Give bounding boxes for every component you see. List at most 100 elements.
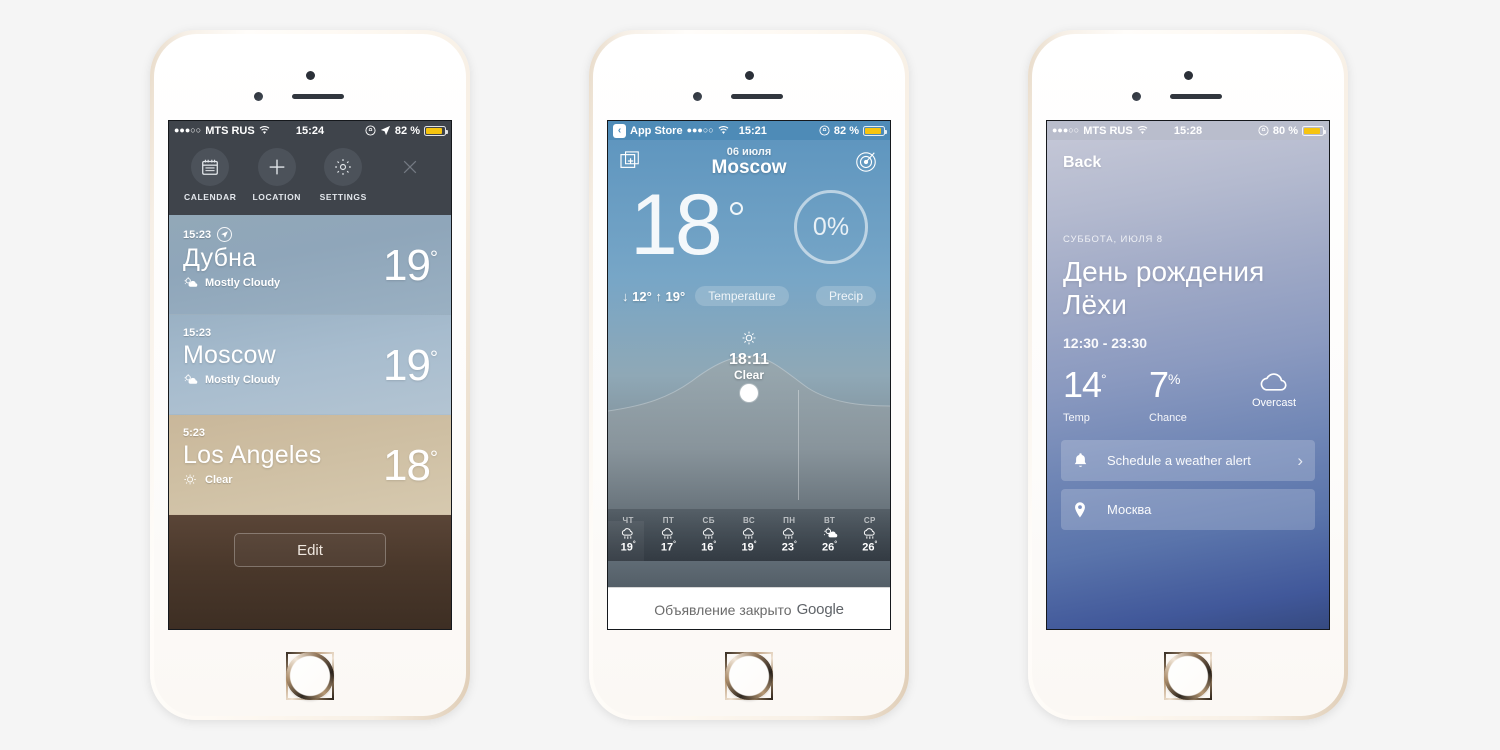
degree-symbol: ° (713, 541, 717, 549)
forecast-temp-value: 19 (620, 541, 633, 554)
phone-device-2: ‹ App Store ●●●○○ 15:21 82 % 06 июля Mos… (589, 30, 909, 720)
back-chevron-icon[interactable]: ‹ (613, 123, 626, 138)
city-time-label: 15:23 (183, 327, 212, 339)
rain-icon (742, 528, 754, 540)
phone-device-1: ●●●○○ MTS RUS 15:24 82 % CALENDAR LOCATI… (150, 30, 470, 720)
forecast-day-name: ПН (783, 516, 796, 526)
phone-device-3: ●●●○○ MTS RUS 15:28 80 % Back СУББОТА, И… (1028, 30, 1348, 720)
current-time: 18:11 (728, 351, 770, 368)
front-camera-icon (1184, 71, 1193, 80)
status-bar-2: ‹ App Store ●●●○○ 15:21 82 % (608, 121, 890, 140)
toolbar-item-close[interactable] (379, 148, 442, 186)
degree-symbol (730, 202, 743, 215)
city-time: 15:23 (183, 227, 437, 242)
phone-1-footer: Edit (169, 515, 451, 629)
gear-icon (324, 148, 363, 186)
rain-icon (702, 528, 714, 540)
forecast-day[interactable]: ПН 23° (769, 509, 809, 561)
lock-rotation-icon (365, 125, 376, 136)
cloud-icon (1260, 373, 1287, 391)
city-row-los-angeles[interactable]: 5:23 Los Angeles Clear 18° (169, 415, 451, 515)
city-temp-value: 18 (383, 441, 431, 490)
forecast-day[interactable]: ВТ 26° (809, 509, 849, 561)
signal-dots-icon: ●●●○○ (174, 125, 202, 135)
city-temp-value: 19 (383, 241, 431, 290)
bell-icon (1073, 452, 1099, 469)
ad-text: Объявление закрыто (654, 601, 792, 618)
earpiece-speaker (731, 94, 783, 99)
wifi-icon (259, 126, 270, 134)
proximity-sensor-icon (254, 92, 263, 101)
signal-dots-icon: ●●●○○ (686, 125, 714, 135)
city-row-dubna[interactable]: 15:23 Дубна Mostly Cloudy 19° (169, 215, 451, 315)
row-location-label: Москва (1107, 502, 1152, 518)
degree-symbol: ° (874, 541, 878, 549)
edit-button[interactable]: Edit (234, 533, 386, 567)
earpiece-speaker (292, 94, 344, 99)
city-condition-label: Mostly Cloudy (205, 373, 281, 386)
chart-vertical-divider (798, 390, 799, 500)
forecast-day[interactable]: ПТ 17° (648, 509, 688, 561)
forecast-temp-value: 26 (822, 541, 835, 554)
forecast-day-temp: 19° (741, 541, 756, 554)
city-row-moscow[interactable]: 15:23 Moscow Mostly Cloudy 19° (169, 315, 451, 415)
stat-condition-label: Overcast (1251, 397, 1296, 410)
status-left-3: ●●●○○ MTS RUS (1052, 125, 1148, 137)
proximity-sensor-icon (693, 92, 702, 101)
degree-symbol: ° (793, 541, 797, 549)
map-pin-icon (1073, 501, 1099, 519)
rain-icon (783, 528, 794, 540)
forecast-temp-value: 17 (660, 541, 674, 554)
toolbar-label-calendar: CALENDAR (184, 192, 237, 202)
toolbar-item-settings[interactable]: SETTINGS (312, 148, 375, 202)
degree-symbol: ° (834, 541, 838, 549)
pill-precip[interactable]: Precip (815, 286, 876, 306)
toolbar-item-calendar[interactable]: CALENDAR (179, 148, 242, 202)
high-low-temps: ↓ 12° ↑ 19° (622, 289, 685, 304)
battery-percent-label: 82 % (394, 124, 420, 137)
toolbar-item-location[interactable]: LOCATION (246, 148, 309, 202)
status-right-1: 82 % (365, 124, 448, 137)
weather-main: 18 0% ↓ 12° ↑ 19° Temperature Precip (608, 182, 890, 306)
battery-percent-label: 80 % (1272, 124, 1298, 137)
current-condition: Clear (733, 368, 765, 382)
row-schedule-alert[interactable]: Schedule a weather alert › (1061, 440, 1315, 482)
event-action-rows: Schedule a weather alert › Москва (1047, 424, 1329, 531)
city-condition-label: Mostly Cloudy (205, 276, 281, 289)
chart-current-point[interactable] (740, 384, 758, 402)
forecast-day-temp: 17° (661, 541, 676, 554)
back-app-label[interactable]: App Store (630, 125, 683, 137)
degree-symbol: ° (430, 447, 438, 470)
add-card-icon[interactable] (620, 151, 642, 171)
degree-symbol: ° (430, 247, 438, 270)
row-location[interactable]: Москва (1061, 489, 1315, 531)
rain-icon (863, 528, 875, 540)
front-camera-icon (306, 71, 315, 80)
home-button-ring (286, 652, 334, 700)
wifi-icon (1137, 126, 1148, 134)
calendar-icon (191, 148, 230, 186)
forecast-strip: ЧТ 19° ПТ 17° СБ 16° ВС 19° ПН 23° ВТ 26… (608, 509, 890, 561)
forecast-day-temp: 19° (621, 541, 636, 554)
current-temperature: 18 (630, 177, 723, 273)
forecast-day-name: ВС (742, 516, 756, 526)
pill-temperature[interactable]: Temperature (695, 286, 789, 306)
forecast-day[interactable]: ВС 19° (729, 509, 769, 561)
forecast-day[interactable]: ЧТ 19° (608, 509, 648, 561)
city-temp-value: 19 (383, 341, 431, 390)
forecast-day-name: СР (863, 516, 876, 526)
location-arrow-icon (380, 125, 391, 136)
stat-chance-value: 7% (1149, 367, 1235, 403)
forecast-day-temp: 26° (862, 541, 877, 554)
status-left-1: ●●●○○ MTS RUS (174, 125, 270, 137)
back-button[interactable]: Back (1047, 140, 1329, 172)
precip-ring[interactable]: 0% (794, 190, 868, 264)
status-right-3: 80 % (1258, 124, 1326, 137)
signal-dots-icon: ●●●○○ (1052, 125, 1080, 135)
temperature-chart[interactable]: 18:11 Clear ЧТ 19° ПТ 17° СБ 16° ВС 19° … (608, 306, 890, 561)
ad-banner[interactable]: Объявление закрыто Google (608, 587, 890, 629)
forecast-day[interactable]: СР 26° (850, 509, 890, 561)
forecast-day[interactable]: СБ 16° (689, 509, 729, 561)
forecast-temp-value: 26 (862, 541, 875, 554)
target-location-icon[interactable] (854, 150, 878, 179)
